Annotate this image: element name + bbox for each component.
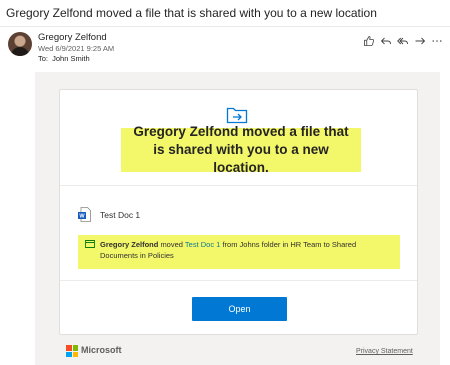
- activity-highlight: Gregory Zelfond moved Test Doc 1 from Jo…: [78, 235, 400, 269]
- sent-date: Wed 6/9/2021 9:25 AM: [38, 44, 115, 53]
- headline-highlight: Gregory Zelfond moved a file that is sha…: [121, 124, 361, 175]
- reply-button[interactable]: [379, 34, 393, 48]
- reply-icon: [380, 37, 391, 45]
- word-document-icon: W: [78, 207, 91, 222]
- activity-verb: moved: [160, 240, 183, 249]
- privacy-statement-link[interactable]: Privacy Statement: [356, 348, 413, 355]
- notification-card: Gregory Zelfond moved a file that is sha…: [59, 89, 418, 335]
- like-icon: [364, 36, 375, 46]
- reply-all-button[interactable]: [396, 34, 410, 48]
- microsoft-brand: Microsoft: [81, 345, 122, 355]
- more-options-button[interactable]: [430, 34, 444, 48]
- message-actions: [362, 34, 444, 48]
- open-button[interactable]: Open: [192, 297, 287, 321]
- card-header: Gregory Zelfond moved a file that is sha…: [60, 90, 417, 185]
- to-label: To:: [38, 54, 49, 63]
- move-activity-icon: [85, 240, 95, 248]
- svg-text:W: W: [79, 214, 85, 220]
- reply-all-icon: [397, 37, 408, 45]
- sender-name[interactable]: Gregory Zelfond: [38, 32, 107, 43]
- card-headline: Gregory Zelfond moved a file that is sha…: [133, 124, 349, 175]
- recipient-name[interactable]: John Smith: [52, 54, 90, 63]
- activity-doc-link[interactable]: Test Doc 1: [185, 240, 220, 249]
- header-divider: [0, 26, 450, 27]
- email-subject: Gregory Zelfond moved a file that is sha…: [6, 6, 377, 20]
- microsoft-logo-icon: [66, 345, 78, 357]
- more-icon: [432, 40, 442, 42]
- file-name[interactable]: Test Doc 1: [100, 210, 140, 220]
- card-divider-bottom: [60, 280, 417, 281]
- sender-avatar[interactable]: [8, 32, 32, 56]
- move-file-icon: [226, 107, 248, 124]
- forward-button[interactable]: [413, 34, 427, 48]
- recipient-line: To: John Smith: [38, 54, 90, 63]
- like-button[interactable]: [362, 34, 376, 48]
- activity-actor: Gregory Zelfond: [100, 240, 159, 249]
- card-divider: [60, 185, 417, 186]
- forward-icon: [415, 37, 426, 45]
